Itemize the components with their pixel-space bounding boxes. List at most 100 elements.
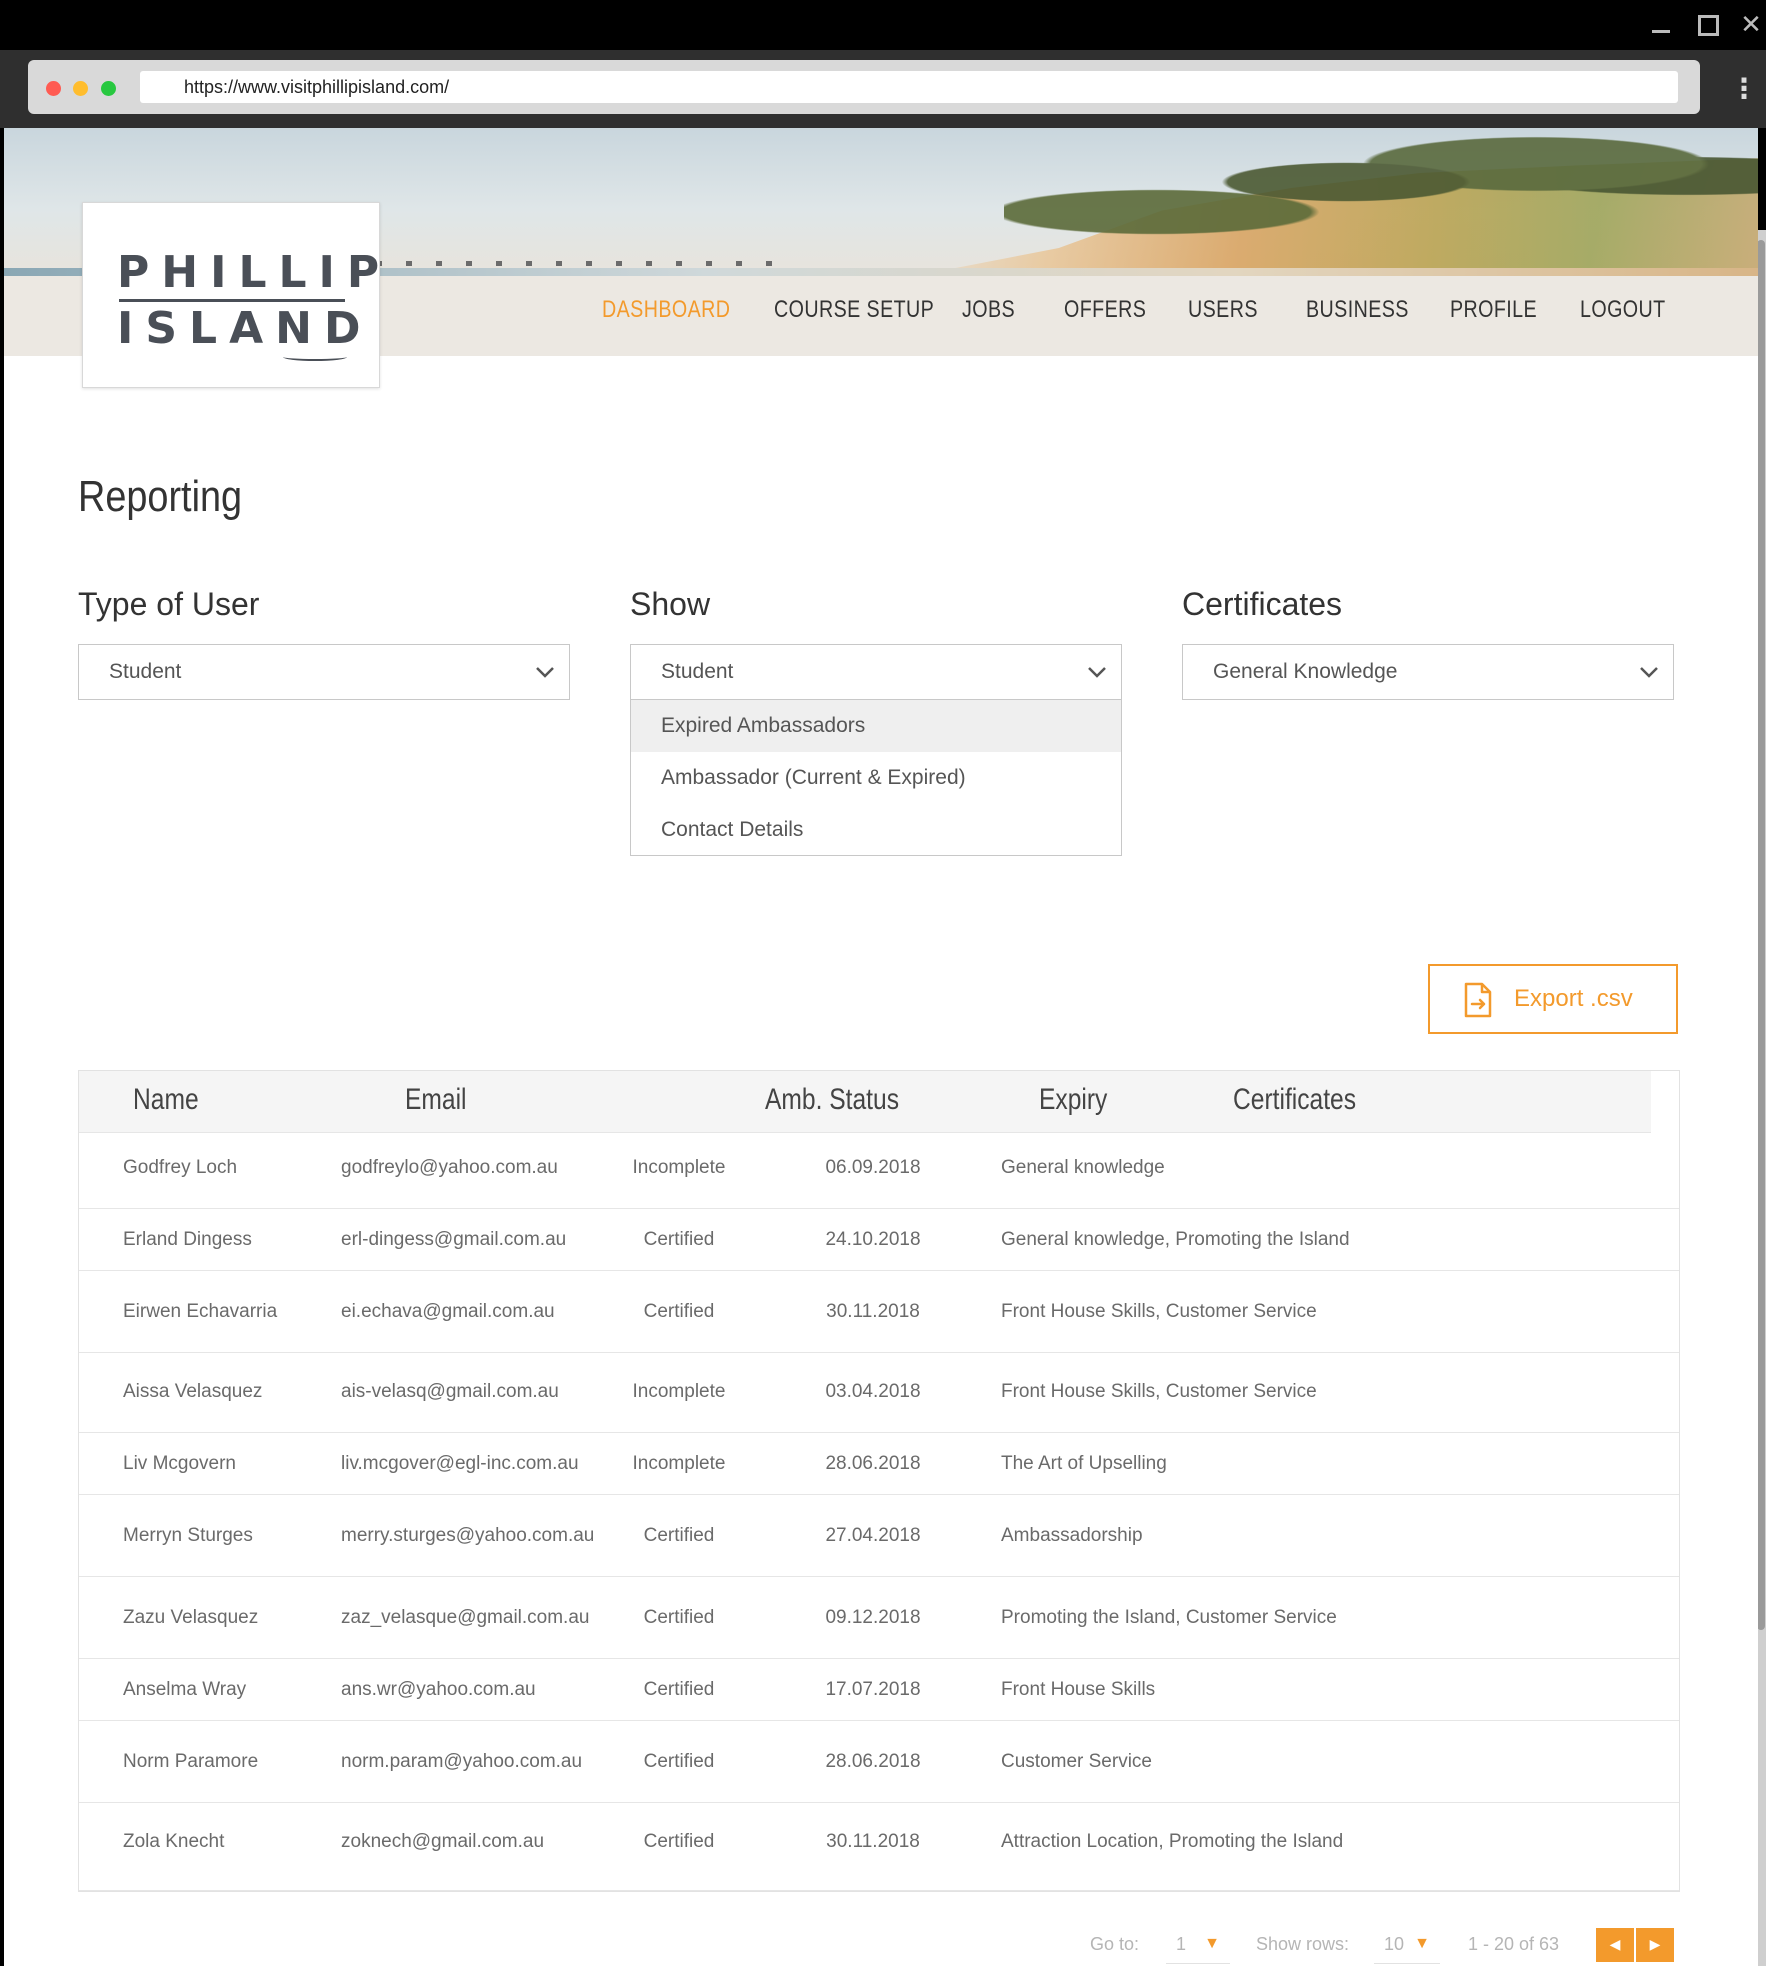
nav-logout[interactable]: LOGOUT bbox=[1580, 296, 1666, 336]
scrollbar-thumb[interactable] bbox=[1757, 240, 1765, 1630]
report-table: Name Email Amb. Status Expiry Certificat… bbox=[78, 1070, 1680, 1892]
chevron-down-icon bbox=[1640, 667, 1658, 678]
goto-page-select[interactable]: 1 ▼ bbox=[1166, 1924, 1230, 1964]
certificates-select[interactable]: General Knowledge bbox=[1182, 644, 1674, 700]
dropdown-option-expired-ambassadors[interactable]: Expired Ambassadors bbox=[631, 700, 1121, 752]
cell-status: Certified bbox=[643, 1831, 715, 1852]
minimize-icon[interactable] bbox=[1644, 8, 1678, 42]
cell-email: erl-dingess@gmail.com.au bbox=[341, 1229, 567, 1250]
cell-expiry: 17.07.2018 bbox=[825, 1679, 921, 1700]
arrow-left-icon[interactable]: ◀ bbox=[1596, 1928, 1634, 1962]
table-row[interactable]: Aissa Velasquez ais-velasq@gmail.com.au In… bbox=[79, 1353, 1679, 1433]
zoom-dot-icon[interactable] bbox=[101, 81, 116, 96]
type-of-user-value: Student bbox=[109, 660, 182, 683]
cell-certificates: Promoting the Island, Customer Service bbox=[1001, 1607, 1337, 1628]
site-logo[interactable]: PHILLIP ISLAND bbox=[82, 202, 380, 388]
browser-menu-icon[interactable]: ⋮ bbox=[1730, 72, 1758, 106]
minimize-dot-icon[interactable] bbox=[73, 81, 88, 96]
table-row[interactable]: Godfrey Loch godfreylo@yahoo.com.au Incomp… bbox=[79, 1133, 1679, 1209]
logo-divider bbox=[119, 299, 345, 302]
page-title: Reporting bbox=[78, 472, 243, 521]
cell-email: ei.echava@gmail.com.au bbox=[341, 1301, 555, 1322]
cell-name: Erland Dingess bbox=[123, 1229, 252, 1250]
page: PHILLIP ISLAND DASHBOARD COURSE SETUP JO… bbox=[4, 128, 1758, 1966]
export-csv-label: Export .csv bbox=[1514, 985, 1633, 1012]
column-header-email[interactable]: Email bbox=[405, 1083, 467, 1117]
column-header-amb-status[interactable]: Amb. Status bbox=[765, 1083, 899, 1117]
file-export-icon bbox=[1464, 982, 1492, 1018]
pagination-range: 1 - 20 of 63 bbox=[1468, 1934, 1560, 1954]
logo-wave-icon bbox=[283, 353, 347, 361]
cell-name: Liv Mcgovern bbox=[123, 1453, 236, 1474]
nav-dashboard[interactable]: DASHBOARD bbox=[602, 296, 730, 336]
table-row[interactable]: Zola Knecht zoknech@gmail.com.au Certified… bbox=[79, 1803, 1679, 1891]
close-dot-icon[interactable] bbox=[46, 81, 61, 96]
table-row[interactable]: Zazu Velasquez zaz_velasque@gmail.com.au C… bbox=[79, 1577, 1679, 1659]
show-select[interactable]: Student bbox=[630, 644, 1122, 700]
table-row[interactable]: Anselma Wray ans.wr@yahoo.com.au Certified… bbox=[79, 1659, 1679, 1721]
cell-expiry: 09.12.2018 bbox=[825, 1607, 921, 1628]
cell-status: Certified bbox=[643, 1229, 715, 1250]
table-row[interactable]: Liv Mcgovern liv.mcgover@egl-inc.com.au In… bbox=[79, 1433, 1679, 1495]
nav-jobs[interactable]: JOBS bbox=[962, 296, 1015, 336]
show-rows-value: 10 bbox=[1384, 1934, 1405, 1954]
cell-email: zaz_velasque@gmail.com.au bbox=[341, 1607, 590, 1628]
cell-certificates: Customer Service bbox=[1001, 1751, 1152, 1772]
type-of-user-label: Type of User bbox=[78, 586, 260, 622]
address-bar[interactable]: https://www.visitphillipisland.com/ bbox=[140, 71, 1678, 103]
maximize-icon[interactable] bbox=[1689, 8, 1723, 42]
show-rows-select[interactable]: 10 ▼ bbox=[1374, 1924, 1440, 1964]
cell-name: Eirwen Echavarria bbox=[123, 1301, 278, 1322]
cell-expiry: 30.11.2018 bbox=[826, 1301, 920, 1322]
cell-expiry: 30.11.2018 bbox=[826, 1831, 920, 1852]
browser-address-frame: https://www.visitphillipisland.com/ bbox=[28, 60, 1700, 114]
cell-status: Certified bbox=[643, 1525, 715, 1546]
cell-status: Certified bbox=[643, 1679, 715, 1700]
show-label: Show bbox=[630, 586, 711, 622]
show-rows-label: Show rows: bbox=[1256, 1934, 1350, 1954]
cell-email: norm.param@yahoo.com.au bbox=[341, 1751, 583, 1772]
table-row[interactable]: Merryn Sturges merry.sturges@yahoo.com.au… bbox=[79, 1495, 1679, 1577]
dropdown-option-contact-details[interactable]: Contact Details bbox=[631, 804, 1121, 856]
cell-name: Anselma Wray bbox=[123, 1679, 247, 1700]
nav-users[interactable]: USERS bbox=[1188, 296, 1258, 336]
chevron-down-icon bbox=[1088, 667, 1106, 678]
cell-status: Incomplete bbox=[632, 1453, 726, 1474]
cell-name: Godfrey Loch bbox=[123, 1157, 238, 1178]
cell-certificates: Ambassadorship bbox=[1001, 1525, 1143, 1546]
show-dropdown-menu: Expired Ambassadors Ambassador (Current … bbox=[630, 700, 1122, 856]
nav-business[interactable]: BUSINESS bbox=[1306, 296, 1409, 336]
cell-status: Incomplete bbox=[632, 1381, 726, 1402]
banner-trees bbox=[1004, 128, 1758, 248]
nav-offers[interactable]: OFFERS bbox=[1064, 296, 1146, 336]
column-header-expiry[interactable]: Expiry bbox=[1039, 1083, 1107, 1117]
close-icon[interactable]: ✕ bbox=[1734, 8, 1766, 42]
cell-status: Certified bbox=[643, 1301, 715, 1322]
cell-email: merry.sturges@yahoo.com.au bbox=[341, 1525, 595, 1546]
caret-down-icon: ▼ bbox=[1414, 1935, 1430, 1952]
cell-email: ans.wr@yahoo.com.au bbox=[341, 1679, 536, 1700]
table-row[interactable]: Erland Dingess erl-dingess@gmail.com.au Ce… bbox=[79, 1209, 1679, 1271]
nav-course-setup[interactable]: COURSE SETUP bbox=[774, 296, 934, 336]
logo-text-line2: ISLAND bbox=[117, 303, 373, 354]
column-header-name[interactable]: Name bbox=[133, 1083, 199, 1117]
cell-certificates: General knowledge bbox=[1001, 1157, 1165, 1178]
cell-email: ais-velasq@gmail.com.au bbox=[341, 1381, 559, 1402]
type-of-user-select[interactable]: Student bbox=[78, 644, 570, 700]
export-csv-button[interactable]: Export .csv bbox=[1428, 964, 1678, 1034]
table-header: Name Email Amb. Status Expiry Certificat… bbox=[79, 1071, 1651, 1133]
table-row[interactable]: Norm Paramore norm.param@yahoo.com.au Cert… bbox=[79, 1721, 1679, 1803]
cell-expiry: 24.10.2018 bbox=[825, 1229, 921, 1250]
cell-certificates: Front House Skills, Customer Service bbox=[1001, 1381, 1317, 1402]
column-header-certificates[interactable]: Certificates bbox=[1233, 1083, 1356, 1117]
cell-email: godfreylo@yahoo.com.au bbox=[341, 1157, 558, 1178]
dropdown-option-ambassador-current-expired[interactable]: Ambassador (Current & Expired) bbox=[631, 752, 1121, 804]
cell-expiry: 28.06.2018 bbox=[825, 1453, 921, 1474]
cell-expiry: 27.04.2018 bbox=[825, 1525, 921, 1546]
nav-profile[interactable]: PROFILE bbox=[1450, 296, 1537, 336]
window-titlebar: ✕ bbox=[0, 0, 1766, 50]
table-row[interactable]: Eirwen Echavarria ei.echava@gmail.com.au C… bbox=[79, 1271, 1679, 1353]
chevron-down-icon bbox=[536, 667, 554, 678]
logo-text-line1: PHILLIP bbox=[117, 247, 392, 298]
arrow-right-icon[interactable]: ▶ bbox=[1636, 1928, 1674, 1962]
